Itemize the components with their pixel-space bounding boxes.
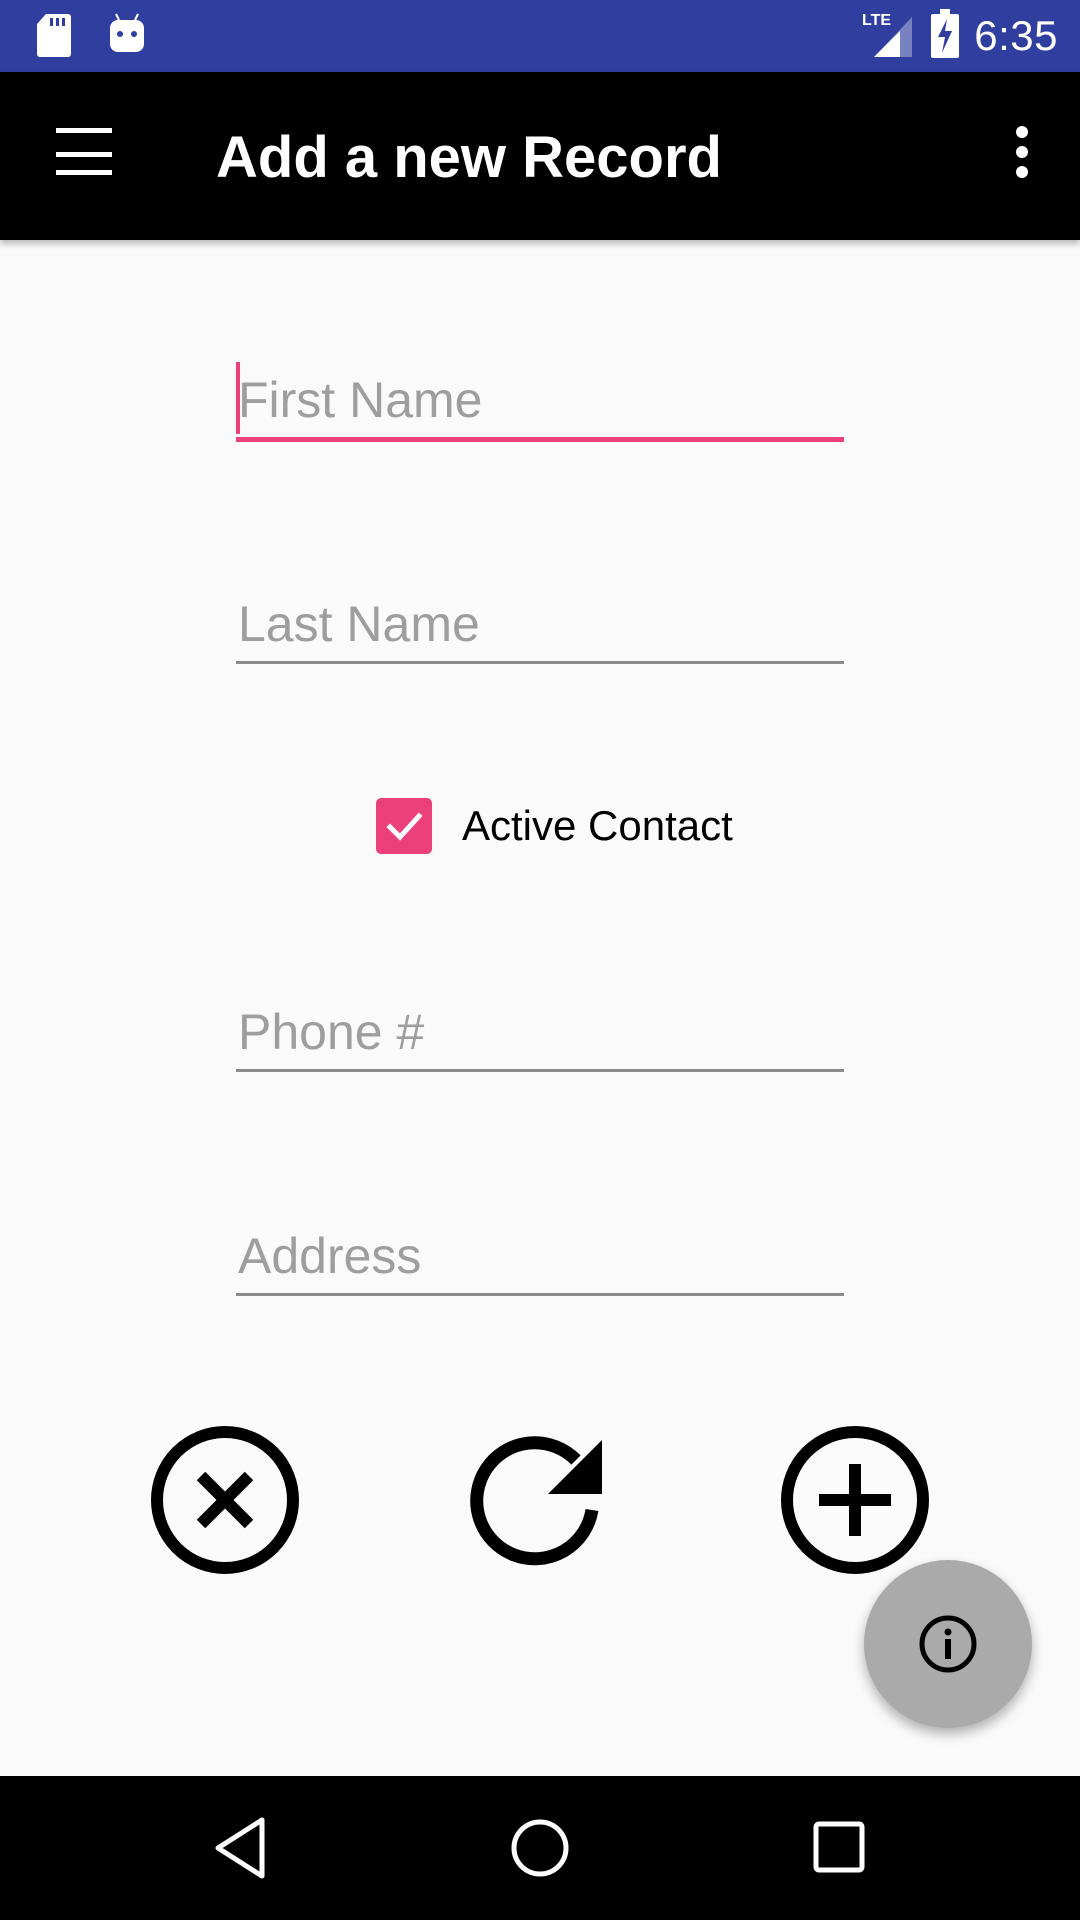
last-name-input[interactable]: [236, 595, 844, 653]
menu-button[interactable]: [40, 122, 130, 192]
navigation-bar: [0, 1776, 1080, 1920]
address-input[interactable]: [236, 1227, 844, 1285]
phone-field[interactable]: [236, 982, 844, 1072]
more-vert-icon: [1016, 126, 1028, 178]
cancel-button[interactable]: [149, 1424, 301, 1576]
status-bar: LTE 6:35: [0, 0, 1080, 72]
back-icon: [215, 1817, 265, 1879]
network-type-label: LTE: [862, 12, 891, 29]
android-icon: [108, 12, 146, 63]
last-name-field[interactable]: [236, 574, 844, 664]
add-button[interactable]: [779, 1424, 931, 1576]
reset-button[interactable]: [464, 1424, 616, 1576]
active-contact-checkbox[interactable]: [376, 798, 432, 854]
recents-icon: [813, 1821, 865, 1873]
add-circle-icon: [781, 1426, 929, 1574]
first-name-input[interactable]: [236, 371, 844, 429]
home-button[interactable]: [500, 1812, 580, 1884]
phone-input[interactable]: [236, 1003, 844, 1061]
overflow-menu-button[interactable]: [990, 120, 1050, 194]
checkmark-icon: [386, 812, 423, 841]
recents-button[interactable]: [800, 1812, 880, 1884]
refresh-icon: [470, 1436, 602, 1566]
page-title: Add a new Record: [216, 125, 722, 190]
battery-charging-icon: [930, 8, 960, 64]
first-name-field[interactable]: [236, 352, 844, 442]
active-contact-checkbox-row[interactable]: Active Contact: [376, 798, 733, 854]
menu-icon: [56, 128, 112, 175]
address-field[interactable]: [236, 1206, 844, 1296]
sd-card-icon: [36, 12, 72, 63]
back-button[interactable]: [200, 1812, 280, 1884]
signal-icon: LTE: [860, 9, 916, 64]
info-icon: [919, 1615, 977, 1673]
status-time: 6:35: [974, 12, 1058, 59]
info-fab[interactable]: [864, 1560, 1032, 1728]
app-bar: Add a new Record: [0, 72, 1080, 240]
cancel-icon: [151, 1426, 299, 1574]
home-icon: [511, 1819, 569, 1877]
active-contact-label: Active Contact: [462, 802, 733, 849]
